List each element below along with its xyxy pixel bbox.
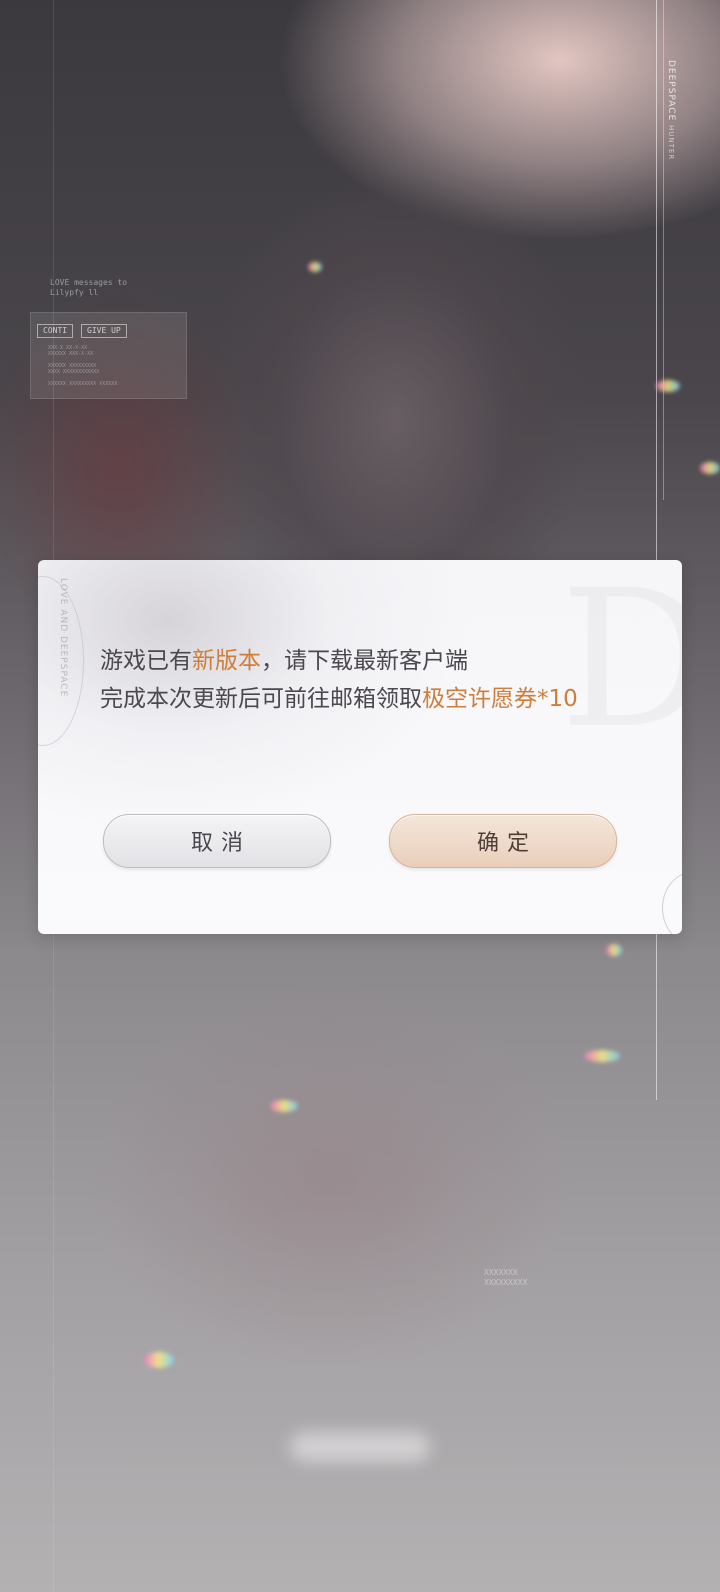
sparkle-2 [656,380,680,392]
hud-bottom-text: XXXXXXX XXXXXXXXX [484,1268,528,1287]
sparkle-5 [584,1050,620,1062]
dialog-side-text: LOVE AND DEEPSPACE [58,578,68,698]
deco-line-right-2 [663,0,664,500]
reward-count: *10 [537,686,578,712]
deco-line-right [656,0,657,1100]
message-line-1: 游戏已有新版本，请下载最新客户端 [100,642,670,680]
message-line-1-prefix: 游戏已有 [100,648,192,674]
hud-panel-text: XXX-X XX-X-XX XXXXXX XXX-X-XX XXXXXX XXX… [48,345,118,387]
brand-vertical-text: DEEPSPACE HUNTER [666,60,676,161]
new-version-highlight: 新版本 [192,648,261,674]
hud-message-text: LOVE messages to Lilypfy ll [50,278,128,297]
sparkle-6 [270,1100,298,1112]
update-dialog: LOVE AND DEEPSPACE D 游戏已有新版本，请下载最新客户端 完成… [38,560,682,934]
sparkle-4 [606,944,622,956]
hud-tag-give-up: GIVE UP [81,324,127,338]
game-screen: DEEPSPACE HUNTER LOVE messages to Lilypf… [0,0,720,1592]
message-line-2: 完成本次更新后可前往邮箱领取极空许愿券*10 [100,680,670,718]
cancel-button[interactable]: 取消 [103,814,331,868]
message-line-2-prefix: 完成本次更新后可前往邮箱领取 [100,686,422,712]
bottom-glow [290,1432,430,1462]
hud-tag-conti: CONTI [37,324,74,338]
message-line-1-suffix: ，请下载最新客户端 [261,648,468,674]
dialog-message: 游戏已有新版本，请下载最新客户端 完成本次更新后可前往邮箱领取极空许愿券*10 [100,642,670,718]
sparkle-3 [700,462,720,474]
sparkle-1 [308,262,322,272]
reward-highlight: 极空许愿券 [422,686,537,712]
dialog-corner-curve [662,872,682,934]
sparkle-7 [144,1352,174,1368]
confirm-button[interactable]: 确定 [389,814,617,868]
